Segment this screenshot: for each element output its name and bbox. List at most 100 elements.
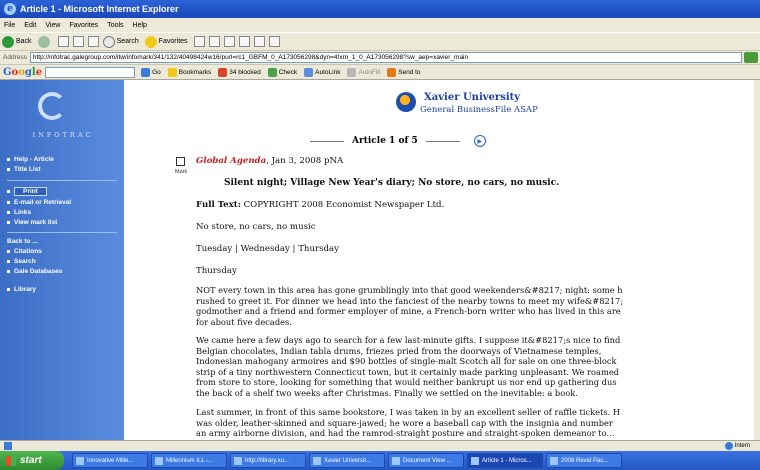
google-logo: Google [3,66,43,78]
sendto-button[interactable]: Send to [387,67,421,77]
fulltext-line: Full Text: COPYRIGHT 2008 Economist News… [196,200,444,210]
search-button[interactable]: Search [102,35,139,48]
spellcheck-button[interactable]: Check [267,67,297,77]
search-icon [102,35,115,48]
browser-window: e Article 1 - Microsoft Internet Explore… [0,0,760,470]
stop-icon[interactable] [57,36,69,47]
autolink-icon [304,67,314,77]
sidebar-back-to-label: Back to ... [7,238,38,245]
sidebar-item-email[interactable]: E-mail or Retrieval [7,199,71,206]
menu-favorites[interactable]: Favorites [69,22,98,29]
taskbar-item[interactable]: Innovative Mille... [72,453,148,468]
sidebar-item-view-mark-list[interactable]: View mark list [7,219,57,226]
start-button[interactable]: start [0,451,64,470]
article-paragraph-3: Last summer, in front of this same books… [196,407,621,438]
popup-blocked-icon [218,67,228,77]
mark-label: Mark [175,169,188,175]
university-name: Xavier University [424,92,521,103]
app-icon [76,456,84,465]
taskbar-item-active[interactable]: Article 1 - Micros... [467,453,543,468]
taskbar-item[interactable]: Document View ... [388,453,464,468]
menu-edit[interactable]: Edit [24,22,36,29]
taskbar-item[interactable]: http://library.xu... [230,453,306,468]
refresh-icon[interactable] [72,36,84,47]
menu-view[interactable]: View [45,22,60,29]
article-citation: Global Agenda, Jan 3, 2008 pNA [196,156,343,166]
address-bar: Address http://infotrac.galegroup.com/it… [0,50,760,64]
popup-blocker-button[interactable]: 34 blocked [218,67,261,77]
sidebar-print-button[interactable]: Print [7,187,47,196]
messenger-icon[interactable] [268,36,280,47]
home-icon[interactable] [87,36,99,47]
vertical-scrollbar[interactable] [754,80,760,440]
mark-checkbox[interactable] [176,157,185,166]
article-navigator: Article 1 of 5 ▶ [302,135,486,147]
article-count: Article 1 of 5 [352,136,418,146]
app-icon [155,456,163,465]
article-content: Xavier University General BusinessFile A… [124,80,760,440]
article-paragraph-2: We came here a few days ago to search fo… [196,335,621,398]
go-arrow-icon[interactable] [744,52,758,63]
article-line-1: No store, no cars, no music [196,222,316,232]
edit-icon[interactable] [238,36,250,47]
folder-icon[interactable] [253,36,265,47]
bookmarks-button[interactable]: Bookmarks [167,67,211,77]
star-icon [144,35,157,48]
favorites-button[interactable]: Favorites [144,35,188,48]
app-icon [471,456,479,465]
app-icon [234,456,242,465]
bookmark-star-icon [167,67,177,77]
database-name: General BusinessFile ASAP [420,105,538,115]
menu-file[interactable]: File [4,22,15,29]
nav-divider-left [310,140,344,142]
google-toolbar: Google Go Bookmarks 34 blocked Check Aut… [0,64,760,80]
infotrac-logo-icon [38,92,66,120]
menu-help[interactable]: Help [133,22,147,29]
back-button[interactable]: Back [2,35,32,48]
autofill-button[interactable]: AutoFill [347,67,380,77]
article-headline: Silent night; Village New Year's diary; … [224,178,560,188]
sidebar-item-title-list[interactable]: Title List [7,166,41,173]
ie-icon: e [4,3,16,15]
sidebar-item-gale-databases[interactable]: Gale Databases [7,268,67,276]
forward-button[interactable] [37,35,52,48]
status-page-icon [4,442,12,450]
title-bar: e Article 1 - Microsoft Internet Explore… [0,0,760,18]
article-paragraph-1: NOT every town in this area has gone gru… [196,285,624,327]
google-search-input[interactable] [45,66,136,78]
taskbar-item[interactable]: Xavier Universit... [309,453,385,468]
media-icon[interactable] [193,36,205,47]
sidebar-item-search[interactable]: Search [7,258,36,265]
source-title[interactable]: Global Agenda [196,156,266,166]
sidebar-item-help[interactable]: Help - Article [7,156,54,163]
app-icon [313,456,321,465]
article-line-3: Thursday [196,266,237,276]
app-icon [550,456,558,465]
google-go-button[interactable]: Go [141,67,161,77]
taskbar-item[interactable]: 2008 Revid Pac... [546,453,622,468]
app-icon [392,456,400,465]
sidebar-item-citations[interactable]: Citations [7,248,42,255]
print-label: Print [14,187,47,196]
back-arrow-icon [2,35,14,48]
menu-tools[interactable]: Tools [107,22,123,29]
menu-bar: File Edit View Favorites Tools Help [0,18,760,32]
infotrac-sidebar: INFOTRAC Help - Article Title List Print… [0,80,124,440]
standard-toolbar: Back Search Favorites [0,32,760,50]
autolink-button[interactable]: AutoLink [304,67,340,77]
next-article-icon[interactable]: ▶ [473,135,486,147]
sidebar-item-library[interactable]: Library [7,286,36,293]
go-icon [141,67,151,77]
address-input[interactable]: http://infotrac.galegroup.com/itw/infoma… [29,52,742,63]
copyright-text: COPYRIGHT 2008 Economist Newspaper Ltd. [243,200,445,210]
nav-divider-right [425,140,460,142]
sidebar-item-links[interactable]: Links [7,209,31,216]
windows-taskbar: start Innovative Mille... Millennium ILL… [0,451,760,470]
forward-arrow-icon [37,35,50,48]
send-to-icon [387,67,397,77]
article-date: , Jan 3, 2008 pNA [266,156,344,166]
mail-icon[interactable] [208,36,220,47]
taskbar-item[interactable]: Millennium ILL -... [151,453,227,468]
print-icon[interactable] [223,36,235,47]
window-title: Article 1 - Microsoft Internet Explorer [20,4,179,14]
